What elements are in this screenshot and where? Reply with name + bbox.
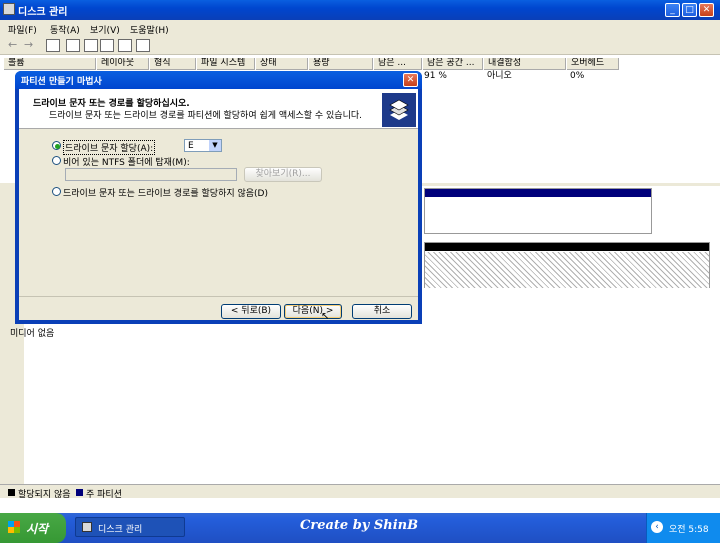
toolbar: ← → bbox=[0, 37, 720, 55]
disk-stack-icon bbox=[382, 93, 416, 127]
col-type[interactable]: 형식 bbox=[150, 58, 196, 70]
drive-letter-value: E bbox=[188, 141, 194, 151]
col-overhead[interactable]: 오버헤드 bbox=[567, 58, 619, 70]
start-button[interactable]: 시작 bbox=[0, 513, 66, 543]
forward-arrow-icon[interactable]: → bbox=[24, 39, 38, 52]
col-filesystem[interactable]: 파일 시스템 bbox=[197, 58, 255, 70]
primary-partition-bar bbox=[425, 189, 651, 197]
wizard-divider bbox=[19, 296, 418, 297]
wizard-title: 파티션 만들기 마법사 bbox=[21, 77, 102, 87]
maximize-button[interactable]: □ bbox=[682, 3, 697, 17]
legend-unallocated-label: 할당되지 않음 bbox=[18, 490, 71, 500]
option-no-letter-radio[interactable] bbox=[52, 187, 61, 196]
no-media-label: 미디어 없음 bbox=[10, 329, 55, 339]
refresh-icon[interactable] bbox=[100, 39, 114, 52]
mouse-cursor-icon: ↖ bbox=[321, 311, 330, 322]
option-no-letter-label[interactable]: 드라이브 문자 또는 드라이브 경로를 할당하지 않음(D) bbox=[63, 186, 268, 199]
legend-primary-swatch bbox=[76, 489, 83, 496]
wizard-title-bar: 파티션 만들기 마법사 ✕ bbox=[15, 71, 422, 89]
back-arrow-icon[interactable]: ← bbox=[8, 39, 22, 52]
properties-icon[interactable] bbox=[66, 39, 80, 52]
console-tree-icon[interactable] bbox=[46, 39, 60, 52]
system-tray: ‹ 오전 5:58 bbox=[646, 513, 720, 543]
help-icon[interactable] bbox=[84, 39, 98, 52]
start-label: 시작 bbox=[26, 522, 49, 536]
browse-button[interactable]: 찾아보기(R)... bbox=[244, 167, 322, 182]
col-layout[interactable]: 레이아웃 bbox=[97, 58, 149, 70]
clock[interactable]: 오전 5:58 bbox=[669, 522, 709, 535]
col-fault-tolerance[interactable]: 내결함성 bbox=[484, 58, 566, 70]
option-mount-ntfs-label[interactable]: 비어 있는 NTFS 폴더에 탑재(M): bbox=[63, 155, 190, 168]
menu-help[interactable]: 도움말(H) bbox=[130, 23, 169, 36]
col-free-pct[interactable]: 남은 공간 ... bbox=[423, 58, 483, 70]
menu-action[interactable]: 동작(A) bbox=[50, 23, 80, 36]
wizard-close-button[interactable]: ✕ bbox=[403, 73, 418, 87]
partition-unallocated[interactable] bbox=[424, 242, 710, 288]
title-bar: 디스크 관리 _ □ ✕ bbox=[0, 0, 720, 20]
minimize-button[interactable]: _ bbox=[665, 3, 680, 17]
unallocated-bar bbox=[425, 243, 709, 251]
wizard-header: 드라이브 문자 또는 경로를 할당하십시오. 드라이브 문자 또는 드라이브 경… bbox=[19, 89, 418, 129]
legend-unallocated-swatch bbox=[8, 489, 15, 496]
settings-icon[interactable] bbox=[136, 39, 150, 52]
col-volume[interactable]: 볼륨 bbox=[4, 58, 96, 70]
cell-overhead: 0% bbox=[570, 71, 585, 81]
cancel-button[interactable]: 취소 bbox=[352, 304, 412, 319]
col-free[interactable]: 남은 ... bbox=[374, 58, 422, 70]
wizard-subheading: 드라이브 문자 또는 드라이브 경로를 파티션에 할당하여 쉽게 액세스할 수 … bbox=[49, 111, 362, 121]
menu-bar: 파일(F) 동작(A) 보기(V) 도움말(H) bbox=[0, 20, 720, 37]
legend-bar: 할당되지 않음 주 파티션 bbox=[0, 484, 720, 500]
app-icon bbox=[3, 3, 15, 15]
rescan-icon[interactable] bbox=[118, 39, 132, 52]
legend-primary-label: 주 파티션 bbox=[86, 490, 122, 500]
option-mount-ntfs-radio[interactable] bbox=[52, 156, 61, 165]
windows-logo-icon bbox=[8, 521, 20, 533]
cell-fault-tolerance: 아니오 bbox=[487, 71, 512, 81]
col-status[interactable]: 상태 bbox=[256, 58, 308, 70]
disk-management-icon bbox=[82, 522, 92, 532]
next-button[interactable]: 다음(N) > bbox=[284, 304, 342, 319]
cell-free-pct: 91 % bbox=[424, 71, 447, 81]
col-capacity[interactable]: 용량 bbox=[309, 58, 373, 70]
banner-text: Create by ShinB bbox=[300, 518, 419, 533]
close-button[interactable]: ✕ bbox=[699, 3, 714, 17]
taskbar-item-label: 디스크 관리 bbox=[98, 525, 143, 535]
window-title: 디스크 관리 bbox=[18, 7, 68, 18]
menu-file[interactable]: 파일(F) bbox=[8, 23, 37, 36]
option-assign-letter-label[interactable]: 드라이브 문자 할당(A): bbox=[63, 140, 156, 155]
option-assign-letter-radio[interactable] bbox=[52, 141, 61, 150]
chevron-down-icon[interactable]: ▼ bbox=[209, 140, 221, 151]
partition-primary[interactable] bbox=[424, 188, 652, 234]
tray-expand-icon[interactable]: ‹ bbox=[651, 521, 663, 533]
drive-letter-select[interactable]: E ▼ bbox=[184, 139, 222, 152]
menu-view[interactable]: 보기(V) bbox=[90, 23, 120, 36]
ntfs-folder-path-field[interactable] bbox=[65, 168, 237, 181]
back-button[interactable]: < 뒤로(B) bbox=[221, 304, 281, 319]
unallocated-hatch bbox=[425, 252, 709, 288]
taskbar-item-disk-management[interactable]: 디스크 관리 bbox=[75, 517, 185, 537]
